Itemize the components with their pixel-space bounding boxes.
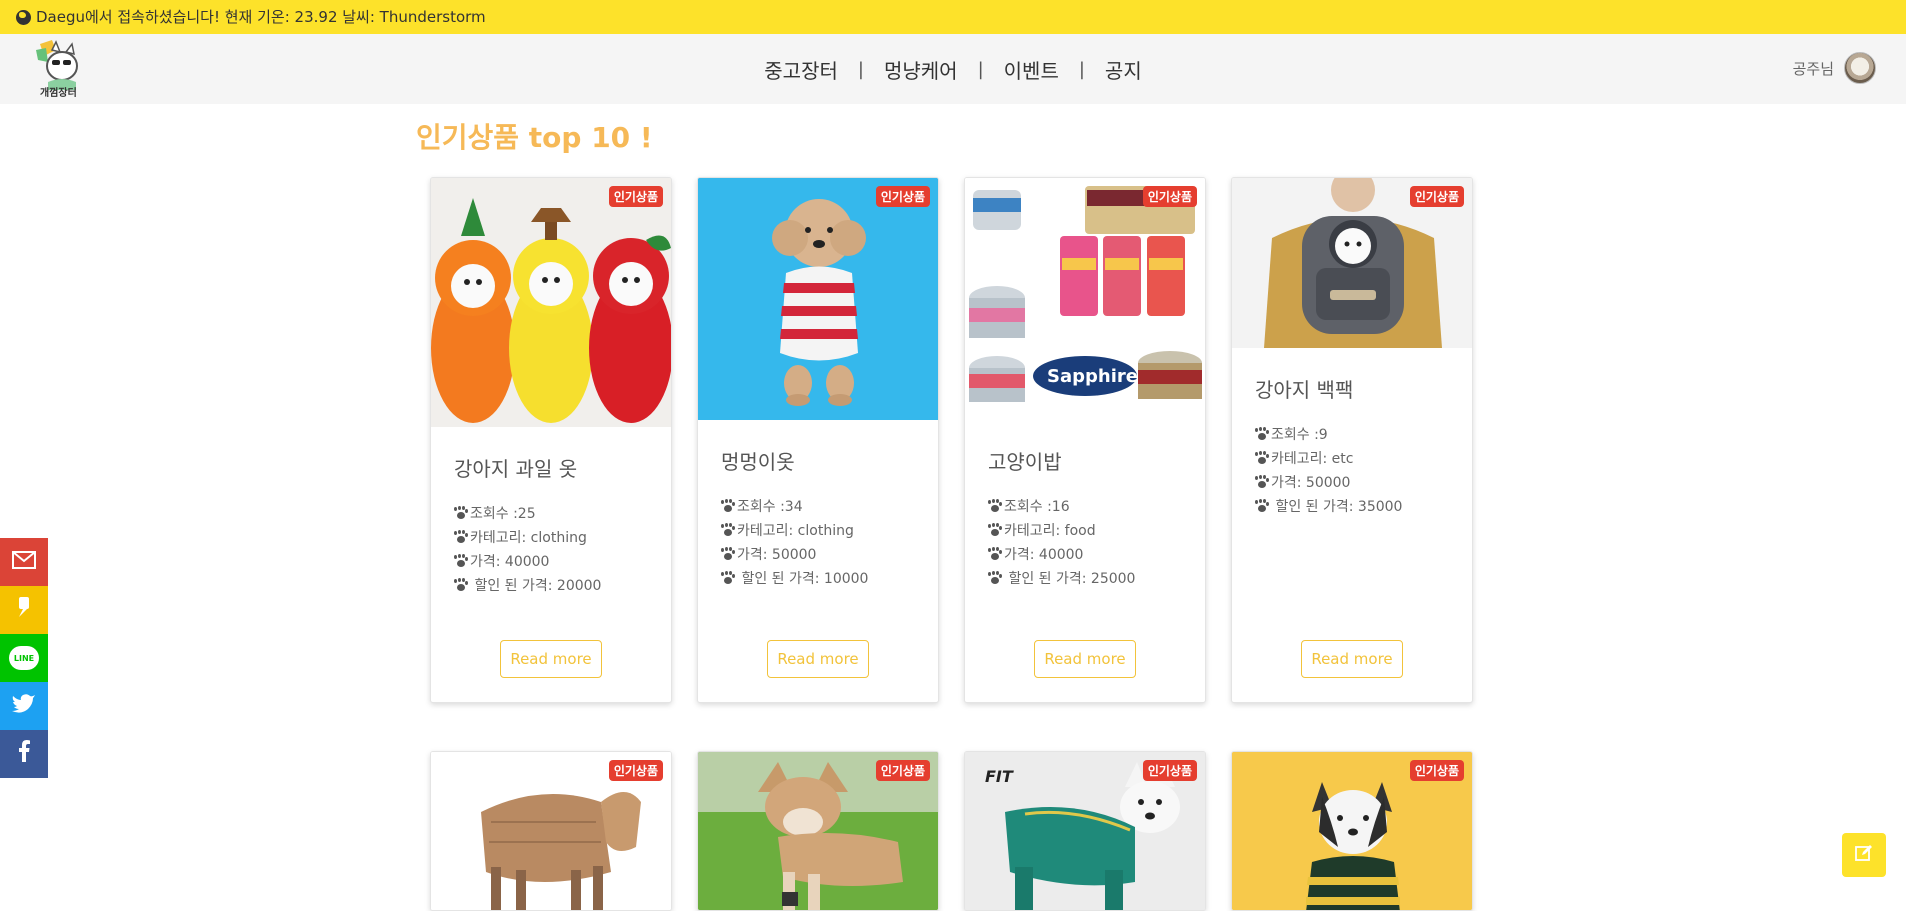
product-info: 조회수 :16 카테고리: food 가격: 40000 할인 된 가격: 25… [988,495,1205,591]
product-image[interactable]: FIT 인기상품 [965,752,1205,910]
product-views: 조회수 :16 [1004,499,1070,515]
svg-text:Sapphire: Sapphire [1047,366,1138,387]
product-image[interactable]: 인기상품 [431,752,671,910]
popular-badge: 인기상품 [1409,760,1464,781]
weather-notice-bar: Daegu에서 접속하셨습니다! 현재 기온: 23.92 날씨: Thunde… [0,0,1906,34]
paw-icon [721,572,735,584]
paw-icon [721,500,735,512]
kakao-share-button[interactable] [0,586,48,634]
paw-icon [988,548,1002,560]
product-title[interactable]: 강아지 과일 옷 [454,453,671,482]
popular-badge: 인기상품 [1409,186,1464,207]
product-card[interactable]: 인기상품 [697,751,939,911]
product-image[interactable]: Sapphire 인기상품 [965,178,1205,420]
nav-separator: | [977,58,984,80]
product-card[interactable]: 인기상품 강아지 백팩 조회수 :9 카테고리: etc 가격: 50000 할… [1231,177,1473,703]
product-title[interactable]: 멍멍이옷 [721,446,938,475]
product-category: 카테고리: clothing [737,523,854,539]
product-views: 조회수 :25 [470,506,536,522]
paw-icon [721,524,735,536]
product-card[interactable]: 인기상품 강아지 과일 옷 조회수 :25 카테고리: clothing 가격:… [430,177,672,703]
svg-text:FIT: FIT [985,767,1014,786]
user-menu[interactable]: 공주님 [1793,52,1876,84]
paw-icon [988,524,1002,536]
twitter-share-button[interactable] [0,682,48,730]
main-nav: 중고장터 | 멍냥케어 | 이벤트 | 공지 [0,34,1906,104]
product-price: 가격: 40000 [1004,547,1084,563]
nav-separator: | [1078,58,1085,80]
product-price: 가격: 40000 [470,554,550,570]
paw-icon [1255,428,1269,440]
kakao-icon [17,596,31,624]
product-price: 가격: 50000 [737,547,817,563]
product-info: 조회수 :34 카테고리: clothing 가격: 50000 할인 된 가격… [721,495,938,591]
product-image[interactable]: 인기상품 [1232,752,1472,910]
popular-badge: 인기상품 [608,760,663,781]
popular-badge: 인기상품 [875,760,930,781]
product-category: 카테고리: clothing [470,530,587,546]
product-card[interactable]: 인기상품 멍멍이옷 조회수 :34 카테고리: clothing 가격: 500… [697,177,939,703]
popular-badge: 인기상품 [875,186,930,207]
popular-products-title: 인기상품 top 10 ! [416,121,653,154]
gmail-share-button[interactable] [0,538,48,586]
product-category: 카테고리: food [1004,523,1096,539]
user-name[interactable]: 공주님 [1793,58,1834,79]
write-post-button[interactable] [1842,833,1886,877]
nav-separator: | [857,58,864,80]
product-image[interactable]: 인기상품 [698,178,938,420]
popular-badge: 인기상품 [608,186,663,207]
product-card[interactable]: FIT 인기상품 [964,751,1206,911]
product-title[interactable]: 강아지 백팩 [1255,374,1472,403]
paw-icon [988,572,1002,584]
read-more-button[interactable]: Read more [1301,640,1403,678]
product-discount-price: 할인 된 가격: 20000 [474,578,602,594]
paw-icon [454,579,468,591]
product-image[interactable]: 인기상품 [698,752,938,910]
globe-icon [16,9,31,25]
facebook-icon [18,740,30,768]
product-discount-price: 할인 된 가격: 25000 [1008,571,1136,587]
paw-icon [988,500,1002,512]
avatar[interactable] [1844,52,1876,84]
paw-icon [1255,500,1269,512]
product-card[interactable]: 인기상품 [1231,751,1473,911]
paw-icon [454,531,468,543]
product-card[interactable]: Sapphire 인기상품 고양이밥 조회수 :16 카테고리: food 가격… [964,177,1206,703]
product-title[interactable]: 고양이밥 [988,446,1205,475]
nav-item-event[interactable]: 이벤트 [1004,55,1059,84]
twitter-icon [12,693,36,719]
line-share-button[interactable]: LINE [0,634,48,682]
product-image[interactable]: 인기상품 [1232,178,1472,348]
navbar: 개껌장터 중고장터 | 멍냥케어 | 이벤트 | 공지 공주님 [0,34,1906,104]
product-discount-price: 할인 된 가격: 10000 [741,571,869,587]
product-discount-price: 할인 된 가격: 35000 [1275,499,1403,515]
nav-item-care[interactable]: 멍냥케어 [884,55,958,84]
gmail-icon [12,550,36,575]
line-icon: LINE [9,646,39,670]
paw-icon [454,555,468,567]
product-price: 가격: 50000 [1271,475,1351,491]
weather-notice-text: Daegu에서 접속하셨습니다! 현재 기온: 23.92 날씨: Thunde… [36,8,486,26]
edit-icon [1855,844,1873,866]
read-more-button[interactable]: Read more [767,640,869,678]
product-views: 조회수 :34 [737,499,803,515]
product-category: 카테고리: etc [1271,451,1354,467]
product-info: 조회수 :25 카테고리: clothing 가격: 40000 할인 된 가격… [454,502,671,598]
paw-icon [721,548,735,560]
paw-icon [454,507,468,519]
nav-item-market[interactable]: 중고장터 [764,55,838,84]
product-views: 조회수 :9 [1271,427,1328,443]
product-card[interactable]: 인기상품 [430,751,672,911]
product-info: 조회수 :9 카테고리: etc 가격: 50000 할인 된 가격: 3500… [1255,423,1472,519]
popular-badge: 인기상품 [1142,760,1197,781]
paw-icon [1255,452,1269,464]
read-more-button[interactable]: Read more [1034,640,1136,678]
nav-item-notice[interactable]: 공지 [1105,55,1142,84]
paw-icon [1255,476,1269,488]
facebook-share-button[interactable] [0,730,48,778]
read-more-button[interactable]: Read more [500,640,602,678]
popular-badge: 인기상품 [1142,186,1197,207]
product-image[interactable]: 인기상품 [431,178,671,427]
